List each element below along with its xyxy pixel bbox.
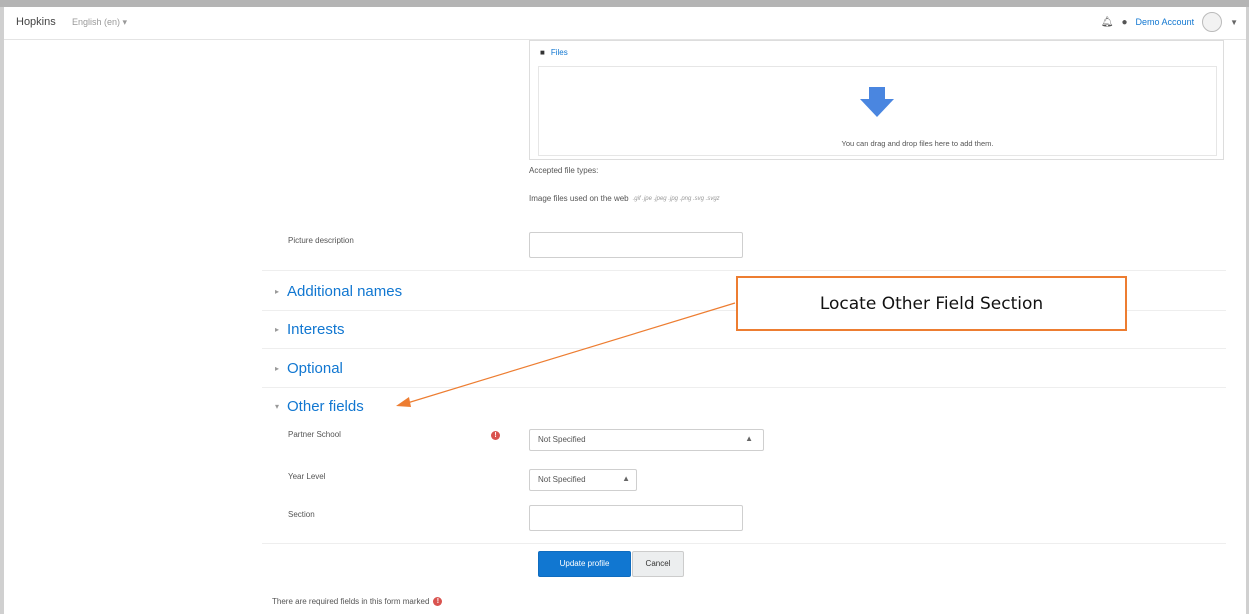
select-caret-icon: ▲︎ [745,434,753,443]
select-caret-icon: ▲︎ [622,474,630,483]
required-fields-note: There are required fields in this form m… [272,597,443,606]
year-level-label: Year Level [288,472,326,481]
picture-description-input[interactable] [529,232,743,258]
section-input[interactable] [529,505,743,531]
chat-icon[interactable]: ● [1122,17,1128,28]
chevron-right-icon: ▸ [275,287,280,296]
section-field-label: Section [288,510,315,519]
drop-zone-text: You can drag and drop files here to add … [841,139,994,148]
partner-school-value: Not Specified [538,435,586,444]
user-menu-area: 🔔︎ ● Demo Account ▼ [1101,11,1238,33]
chevron-down-icon: ▾ [275,402,280,411]
required-fields-text: There are required fields in this form m… [272,597,430,606]
divider [262,270,1226,271]
accepted-types-row: Image files used on the web .gif .jpe .j… [529,194,720,203]
window-frame-top [0,0,1249,7]
section-label: Interests [287,321,345,338]
file-drop-zone[interactable]: You can drag and drop files here to add … [538,66,1217,156]
annotation-callout: Locate Other Field Section [736,276,1127,331]
accepted-types-ext: .gif .jpe .jpeg .jpg .png .svg .svgz [632,195,720,202]
annotation-text: Locate Other Field Section [819,293,1044,314]
divider [262,543,1226,544]
file-manager: ■ Files You can drag and drop files here… [529,40,1224,160]
avatar[interactable] [1202,12,1223,32]
site-brand[interactable]: Hopkins [16,16,56,28]
language-menu[interactable]: English (en) ▾ [72,17,127,28]
files-header-label: Files [550,48,568,57]
divider [262,348,1226,349]
required-icon: ! [491,431,500,440]
partner-school-label: Partner School [288,430,341,439]
section-additional-names[interactable]: ▸ Additional names [275,283,402,300]
chevron-right-icon: ▸ [275,325,280,334]
section-optional[interactable]: ▸ Optional [275,360,343,377]
top-navbar: Hopkins English (en) ▾ 🔔︎ ● Demo Account… [4,7,1246,40]
divider [262,387,1226,388]
download-arrow-icon [860,87,894,117]
cancel-button[interactable]: Cancel [632,551,684,577]
chevron-right-icon: ▸ [275,364,280,373]
accepted-types-name: Image files used on the web [529,194,629,203]
year-level-value: Not Specified [538,475,586,484]
required-icon: ! [433,597,443,606]
folder-icon: ■ [540,48,545,57]
files-header[interactable]: ■ Files [540,48,568,57]
section-label: Other fields [287,398,364,415]
accepted-file-types-label: Accepted file types: [529,166,599,175]
bell-icon[interactable]: 🔔︎ [1101,17,1114,28]
section-label: Optional [287,360,343,377]
partner-school-select[interactable]: Not Specified ▲︎ [529,429,764,451]
section-other-fields[interactable]: ▾ Other fields [275,398,364,415]
year-level-select[interactable]: Not Specified ▲︎ [529,469,637,491]
section-interests[interactable]: ▸ Interests [275,321,345,338]
picture-description-label: Picture description [288,236,354,245]
user-name[interactable]: Demo Account [1136,17,1195,27]
chevron-down-icon[interactable]: ▼ [1230,18,1238,27]
section-label: Additional names [287,283,403,300]
update-profile-button[interactable]: Update profile [538,551,631,577]
window-frame-left [0,7,4,614]
